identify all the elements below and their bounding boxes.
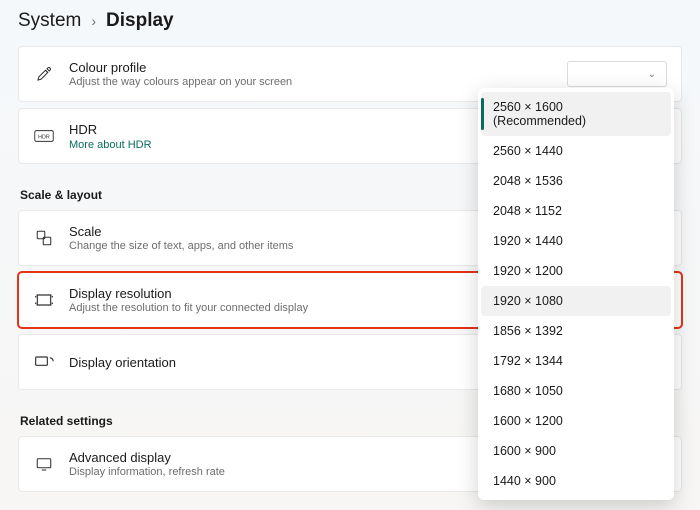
scale-icon [33, 229, 55, 247]
resolution-icon [33, 291, 55, 309]
resolution-option[interactable]: 1440 × 900 [481, 466, 671, 496]
colour-profile-sub: Adjust the way colours appear on your sc… [69, 76, 553, 88]
resolution-option[interactable]: 1920 × 1440 [481, 226, 671, 256]
chevron-down-icon: ⌄ [648, 69, 656, 80]
hdr-icon: HDR [33, 129, 55, 143]
resolution-option[interactable]: 1920 × 1080 [481, 286, 671, 316]
orientation-icon [33, 354, 55, 370]
resolution-option[interactable]: 1856 × 1392 [481, 316, 671, 346]
breadcrumb-parent[interactable]: System [18, 10, 81, 32]
breadcrumb: System › Display [0, 0, 700, 46]
breadcrumb-current: Display [106, 10, 174, 32]
svg-text:HDR: HDR [38, 134, 50, 140]
resolution-option[interactable]: 2560 × 1600 (Recommended) [481, 92, 671, 136]
monitor-icon [33, 456, 55, 472]
colour-profile-dropdown[interactable]: ⌄ [567, 61, 667, 87]
resolution-option[interactable]: 1600 × 900 [481, 436, 671, 466]
resolution-option[interactable]: 1792 × 1344 [481, 346, 671, 376]
resolution-option[interactable]: 2048 × 1536 [481, 166, 671, 196]
resolution-option[interactable]: 2048 × 1152 [481, 196, 671, 226]
resolution-option[interactable]: 2560 × 1440 [481, 136, 671, 166]
resolution-dropdown-menu[interactable]: 2560 × 1600 (Recommended)2560 × 14402048… [478, 88, 674, 500]
resolution-option[interactable]: 1600 × 1200 [481, 406, 671, 436]
chevron-right-icon: › [91, 13, 96, 29]
eyedropper-icon [33, 65, 55, 83]
resolution-option[interactable]: 1680 × 1050 [481, 376, 671, 406]
colour-profile-title: Colour profile [69, 60, 553, 75]
resolution-option[interactable]: 1920 × 1200 [481, 256, 671, 286]
